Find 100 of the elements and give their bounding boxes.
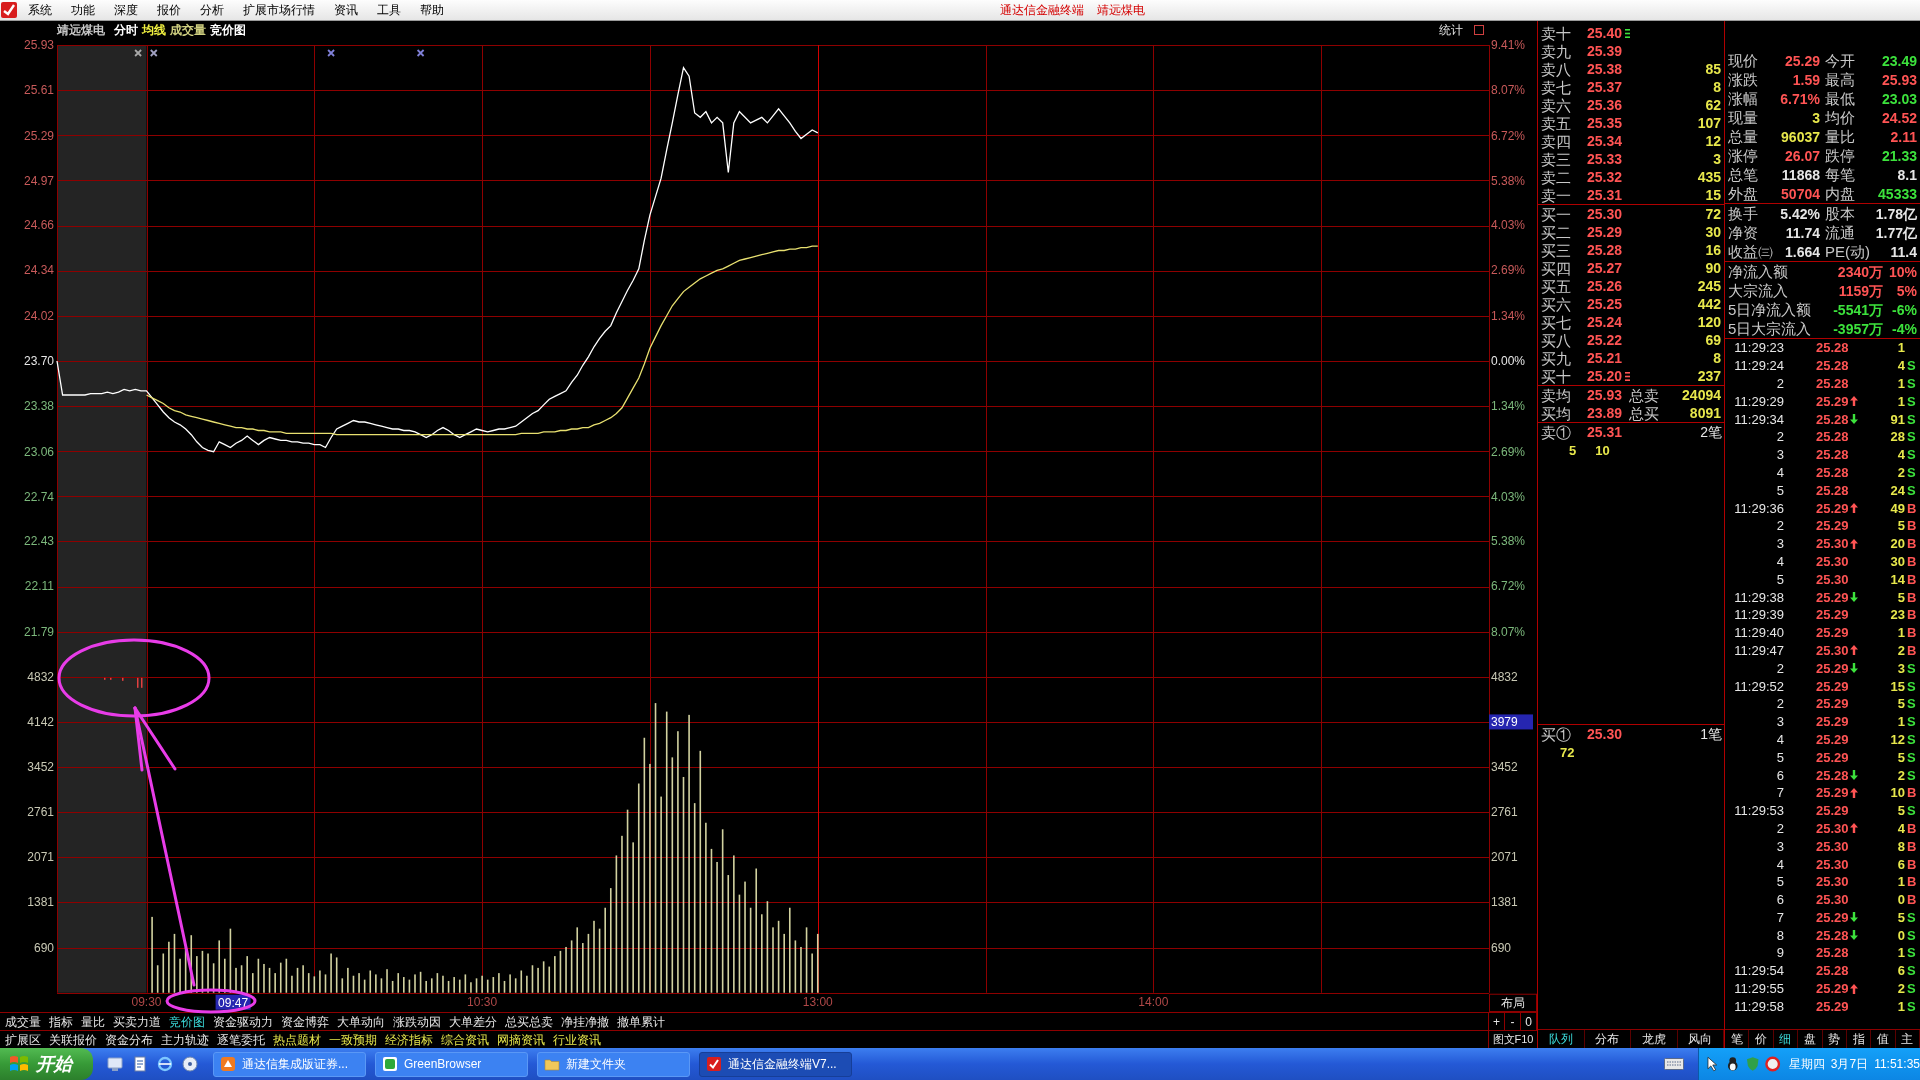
view-tab[interactable]: 总买总卖 bbox=[501, 1013, 557, 1030]
quote-label: 涨跌 bbox=[1728, 72, 1758, 87]
percent-axis-label: 8.07% bbox=[1491, 83, 1526, 98]
order-level-label: 卖四 bbox=[1541, 133, 1571, 149]
flag-icon bbox=[9, 1055, 29, 1073]
layout-button[interactable]: 布局 bbox=[1489, 993, 1537, 1012]
zoom-button[interactable]: + bbox=[1489, 1013, 1505, 1030]
view-tab[interactable]: 逐笔委托 bbox=[213, 1031, 269, 1048]
price-axis-label: 23.38 bbox=[23, 399, 54, 414]
tick-price: 25.29 bbox=[1816, 910, 1849, 924]
menu-item[interactable]: 报价 bbox=[147, 0, 190, 20]
flow-label: 5日大宗流入 bbox=[1727, 321, 1812, 336]
view-tab[interactable]: 经济指标 bbox=[381, 1031, 437, 1048]
tick-volume: 10 bbox=[1890, 786, 1905, 800]
view-tab[interactable]: 关联报价 bbox=[45, 1031, 101, 1048]
order-volume: 237 bbox=[1697, 369, 1722, 383]
view-tab[interactable]: 综合资讯 bbox=[437, 1031, 493, 1048]
volume-bar bbox=[503, 980, 506, 993]
menu-item[interactable]: 扩展市场行情 bbox=[233, 0, 324, 20]
menu-item[interactable]: 功能 bbox=[61, 0, 104, 20]
menu-item[interactable]: 系统 bbox=[18, 0, 61, 20]
view-tab[interactable]: 资金分布 bbox=[101, 1031, 157, 1048]
taskbar-button[interactable]: GreenBrowser bbox=[375, 1051, 528, 1077]
order-level-label: 买六 bbox=[1541, 296, 1571, 312]
flow-value: 1159万 bbox=[1838, 283, 1883, 298]
price-axis-label: 21.79 bbox=[23, 624, 54, 639]
tick-price: 25.29 bbox=[1816, 608, 1849, 622]
menu-item[interactable]: 工具 bbox=[367, 0, 410, 20]
tick-volume: 2 bbox=[1897, 768, 1905, 782]
quote-value: 25.93 bbox=[1881, 72, 1917, 87]
order-level-label: 买八 bbox=[1541, 332, 1571, 348]
menu-item[interactable]: 帮助 bbox=[410, 0, 453, 20]
menu-item[interactable]: 分析 bbox=[190, 0, 233, 20]
view-tab[interactable]: 大单动向 bbox=[333, 1013, 389, 1030]
menu-item[interactable]: 深度 bbox=[104, 0, 147, 20]
view-tab[interactable]: 量比 bbox=[77, 1013, 109, 1030]
order-level-label: 买均 bbox=[1541, 405, 1571, 421]
zoom-button[interactable]: - bbox=[1505, 1013, 1521, 1030]
view-tab[interactable]: 扩展区 bbox=[1, 1031, 45, 1048]
view-tab[interactable]: 竞价图 bbox=[165, 1013, 209, 1030]
tick-volume: 6 bbox=[1897, 857, 1905, 871]
volume-bar bbox=[162, 953, 165, 993]
tick-volume: 1 bbox=[1897, 341, 1905, 355]
order-volume: 90 bbox=[1705, 261, 1722, 275]
f10-button[interactable]: 图文F10 bbox=[1489, 1031, 1537, 1048]
tick-price: 25.28 bbox=[1816, 377, 1849, 390]
price-axis-label: 23.70 bbox=[23, 354, 54, 368]
tick-volume: 5 bbox=[1897, 910, 1905, 924]
order-price: 25.31 bbox=[1587, 425, 1623, 439]
tick-time: 2 bbox=[1776, 519, 1784, 533]
quote-value: 2.11 bbox=[1890, 129, 1917, 144]
quote-value: 50704 bbox=[1781, 186, 1820, 201]
trade-side: B bbox=[1907, 554, 1917, 568]
view-tab[interactable]: 涨跌动因 bbox=[389, 1013, 445, 1030]
zoom-button[interactable]: 0 bbox=[1521, 1013, 1537, 1030]
volume-bar bbox=[486, 979, 489, 993]
view-tab[interactable]: 主力轨迹 bbox=[157, 1031, 213, 1048]
view-tab[interactable]: 热点题材 bbox=[269, 1031, 325, 1048]
quote-label: 最低 bbox=[1825, 91, 1855, 106]
tick-time: 3 bbox=[1776, 839, 1784, 853]
menu-item[interactable]: 资讯 bbox=[324, 0, 367, 20]
view-tab[interactable]: 行业资讯 bbox=[549, 1031, 605, 1048]
tick-time: 11:29:40 bbox=[1734, 626, 1784, 640]
taskbar-button[interactable]: 新建文件夹 bbox=[537, 1051, 690, 1077]
tick-price: 25.30 bbox=[1816, 572, 1849, 586]
view-tab[interactable]: 一致预期 bbox=[325, 1031, 381, 1048]
tick-price: 25.29 bbox=[1816, 697, 1849, 711]
view-tab[interactable]: 净挂净撤 bbox=[557, 1013, 613, 1030]
price-axis-label: 22.74 bbox=[23, 490, 54, 505]
taskbar-button[interactable]: 通达信金融终端V7... bbox=[699, 1051, 852, 1077]
percent-axis-label: 9.41% bbox=[1491, 39, 1526, 52]
trade-side: B bbox=[1907, 590, 1917, 604]
trade-side: B bbox=[1907, 893, 1917, 907]
view-tab[interactable]: 撤单累计 bbox=[613, 1013, 669, 1030]
quote-value: 24.52 bbox=[1881, 110, 1917, 125]
view-tab[interactable]: 成交量 bbox=[1, 1013, 45, 1030]
stats-button[interactable]: 统计 bbox=[1439, 24, 1463, 36]
tick-price: 25.29 bbox=[1816, 501, 1849, 515]
start-button[interactable]: 开始 bbox=[0, 1048, 93, 1080]
view-tab[interactable]: 买卖力道 bbox=[109, 1013, 165, 1030]
view-tab[interactable]: 资金博弈 bbox=[277, 1013, 333, 1030]
taskbar-button[interactable]: 通达信集成版证券... bbox=[213, 1051, 366, 1077]
order-volume: 442 bbox=[1697, 297, 1722, 311]
tick-price: 25.30 bbox=[1816, 893, 1849, 907]
tick-volume: 3 bbox=[1897, 661, 1905, 675]
view-tab[interactable]: 指标 bbox=[45, 1013, 77, 1030]
tick-volume: 5 bbox=[1897, 804, 1905, 818]
order-level-label: 卖二 bbox=[1541, 169, 1571, 185]
view-tab[interactable]: 大单差分 bbox=[445, 1013, 501, 1030]
order-count: 1笔 bbox=[1700, 727, 1723, 741]
app-icon bbox=[220, 1056, 236, 1072]
app-title: 通达信金融终端 bbox=[1000, 4, 1084, 16]
price-axis-label: 25.29 bbox=[23, 128, 54, 143]
volume-bar bbox=[447, 980, 450, 993]
trade-side: B bbox=[1907, 626, 1917, 640]
volume-bar bbox=[514, 978, 517, 993]
order-price: 25.20 bbox=[1587, 369, 1623, 383]
view-tab[interactable]: 资金驱动力 bbox=[209, 1013, 277, 1030]
view-tab[interactable]: 网摘资讯 bbox=[493, 1031, 549, 1048]
quote-value: 1.78亿 bbox=[1875, 206, 1917, 221]
